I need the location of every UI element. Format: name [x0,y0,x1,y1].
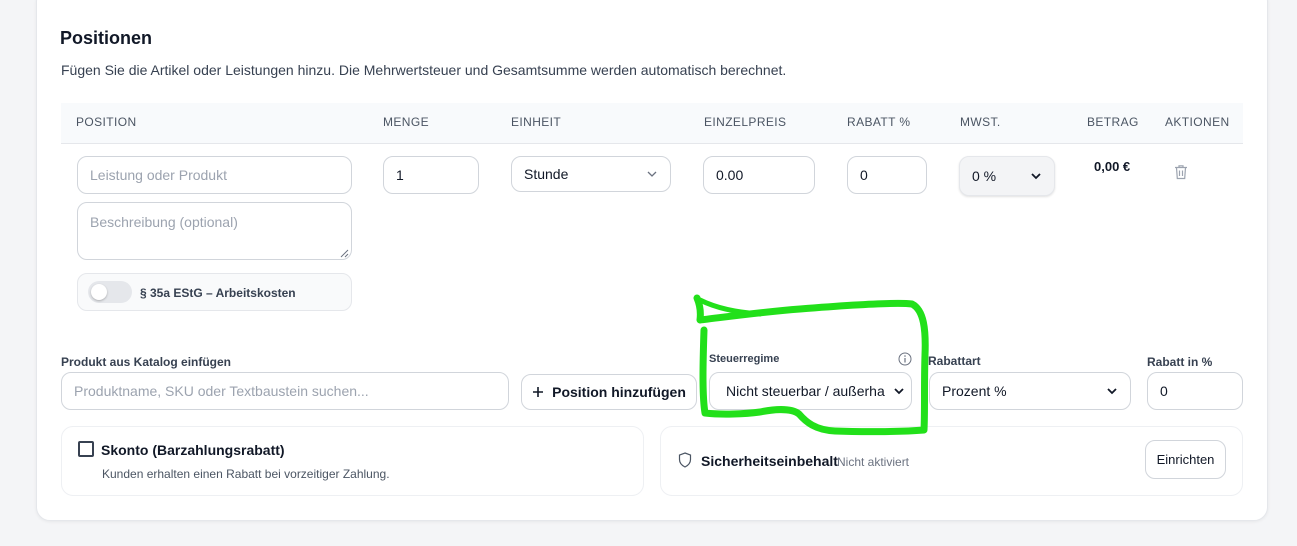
rabatt-prozent-input[interactable]: 0 [1147,372,1243,410]
trash-icon[interactable] [1174,164,1188,180]
skonto-description: Kunden erhalten einen Rabatt bei vorzeit… [102,467,390,481]
add-position-button[interactable]: Position hinzufügen [521,374,697,410]
steuerregime-select[interactable]: Nicht steuerbar / außerha [709,372,912,410]
mwst-select[interactable]: 0 % [959,156,1055,196]
resize-handle-icon [340,249,349,258]
menge-input[interactable]: 1 [383,156,479,194]
header-einheit: EINHEIT [511,115,562,129]
mwst-value: 0 % [972,168,997,184]
chevron-down-icon [1031,173,1041,180]
skonto-panel [61,426,644,496]
info-icon[interactable] [898,352,912,366]
header-aktionen: AKTIONEN [1165,115,1230,129]
rabattart-label: Rabattart [928,354,981,368]
header-einzelpreis: EINZELPREIS [704,115,787,129]
rabatt-input[interactable]: 0 [847,156,927,194]
betrag-value: 0,00 € [1094,159,1131,174]
arbeitskosten-label: § 35a EStG – Arbeitskosten [140,286,296,300]
header-rabatt: RABATT % [847,115,911,129]
skonto-checkbox[interactable] [78,441,94,457]
sicherheitseinbehalt-title: Sicherheitseinbehalt [701,453,838,469]
section-subtitle: Fügen Sie die Artikel oder Leistungen hi… [61,62,787,78]
header-menge: MENGE [383,115,430,129]
einzelpreis-input[interactable]: 0.00 [703,156,815,194]
einheit-select[interactable]: Stunde [511,156,671,192]
header-betrag: BETRAG [1087,115,1139,129]
rabattart-select[interactable]: Prozent % [929,372,1131,410]
steuerregime-label: Steuerregime [709,353,780,365]
rabatt-prozent-label: Rabatt in % [1147,355,1213,369]
einheit-value: Stunde [524,166,569,182]
shield-icon [678,452,692,468]
catalog-label: Produkt aus Katalog einfügen [61,355,232,369]
rabattart-value: Prozent % [942,383,1007,399]
catalog-search-input[interactable]: Produktname, SKU oder Textbaustein suche… [61,372,509,410]
section-title: Positionen [60,28,153,48]
add-position-label: Position hinzufügen [552,384,686,400]
header-mwst: MWST. [960,115,1001,129]
sicherheitseinbehalt-status: Nicht aktiviert [837,455,910,469]
plus-icon [533,387,544,397]
chevron-down-icon [647,171,657,177]
skonto-title: Skonto (Barzahlungsrabatt) [101,442,285,458]
header-position: POSITION [76,115,137,129]
chevron-down-icon [1107,388,1117,395]
description-textarea[interactable]: Beschreibung (optional) [77,202,352,260]
chevron-down-icon [893,385,905,397]
position-input[interactable]: Leistung oder Produkt [77,156,352,194]
einrichten-button[interactable]: Einrichten [1145,440,1226,479]
steuerregime-value: Nicht steuerbar / außerha [726,383,885,399]
toggle-knob [91,284,107,300]
table-header [61,103,1243,144]
